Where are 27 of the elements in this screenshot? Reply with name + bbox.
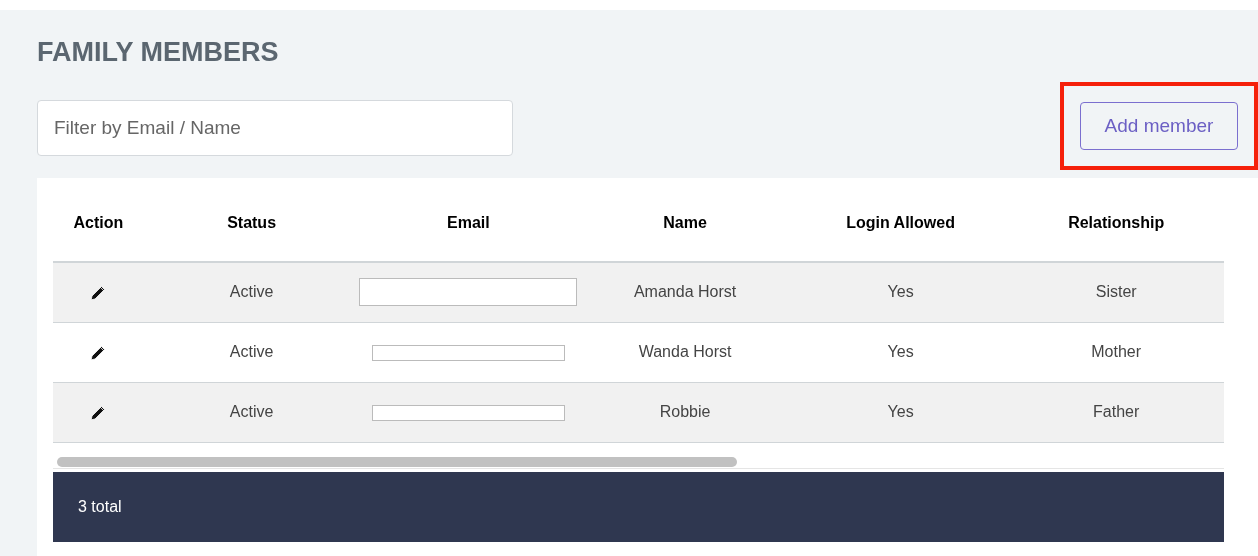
total-count: 3 total [78,496,122,517]
column-header[interactable]: Email [447,214,490,231]
table-cell: Robbie [659,403,711,420]
column-header[interactable]: Relationship [1068,214,1165,231]
page-title: FAMILY MEMBERS [37,36,279,68]
table-cell: Wanda Horst [638,343,732,360]
table-cell: Sister [1095,283,1137,301]
table-cell: Yes [887,403,914,420]
table-cell: Mother [1091,343,1142,360]
add-member-button[interactable]: Add member [1080,102,1238,150]
horizontal-scrollbar[interactable] [53,455,1224,469]
column-header[interactable]: Name [663,214,707,231]
pencil-icon[interactable] [90,404,107,421]
filter-field[interactable]: Filter by Email / Name [37,100,513,156]
table-cell: Active [229,343,274,360]
pencil-icon[interactable] [90,285,107,301]
column-header[interactable]: Action [73,214,124,231]
column-header[interactable]: Login Allowed [846,214,955,231]
table-cell: Active [229,283,274,301]
table-cell: Amanda Horst [633,283,737,301]
table-cell: Yes [887,343,914,360]
table-cell: Yes [887,283,914,301]
scrollbar-thumb[interactable] [57,456,737,467]
table-cell: Father [1093,403,1140,420]
pencil-icon[interactable] [90,344,107,361]
column-header[interactable]: Status [227,214,277,231]
table-cell: Active [229,403,274,420]
